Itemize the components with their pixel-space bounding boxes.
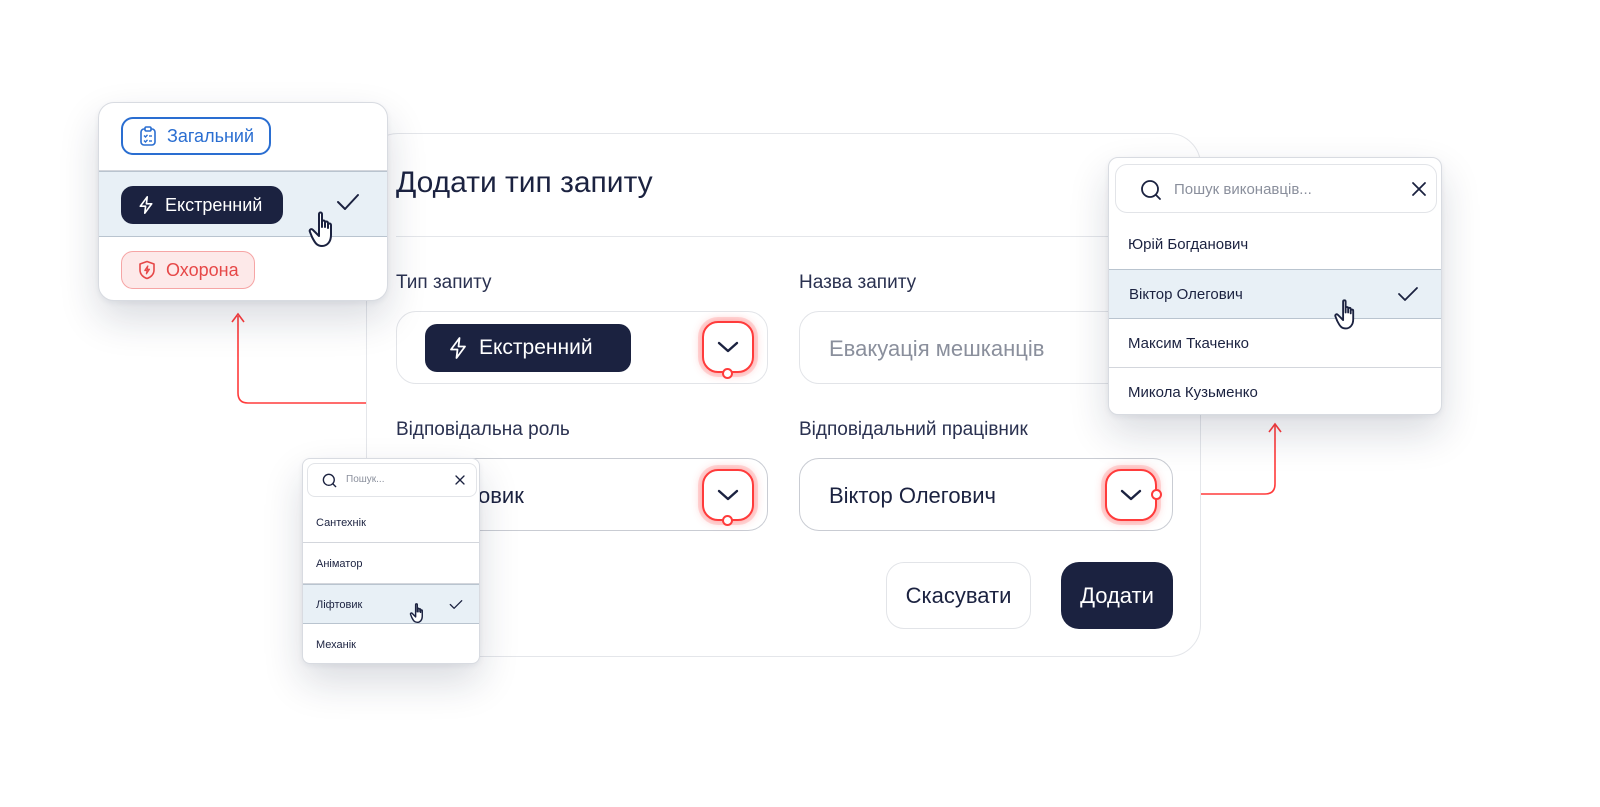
responsible-worker-label: Відповідальний працівник: [799, 419, 1028, 440]
responsible-worker-value: Віктор Олегович: [829, 483, 996, 508]
request-type-chip-label: Екстренний: [479, 336, 593, 359]
type-chip-general-label: Загальний: [167, 125, 254, 146]
type-chip-security: Охорона: [121, 251, 255, 289]
list-item-selected[interactable]: Віктор Олегович: [1109, 269, 1441, 330]
request-type-label: Тип запиту: [396, 272, 492, 293]
responsible-worker-dropdown-button[interactable]: [1105, 469, 1157, 521]
type-chip-emergency: Екстренний: [121, 186, 283, 224]
role-search-placeholder: Пошук...: [346, 474, 385, 485]
close-icon[interactable]: [454, 474, 466, 486]
checkmark-icon: [335, 192, 361, 212]
chevron-down-icon: [716, 488, 740, 502]
modal-title: Додати тип запиту: [396, 166, 653, 199]
worker-search-placeholder: Пошук виконавців...: [1174, 181, 1312, 198]
list-item-selected[interactable]: Ліфтовик: [303, 584, 479, 624]
request-type-dropdown-button[interactable]: [702, 321, 754, 373]
search-icon: [322, 473, 337, 488]
role-popover: Пошук... Сантехнік Аніматор Ліфтовик Мех…: [302, 458, 480, 664]
list-item[interactable]: Аніматор: [303, 543, 479, 584]
role-search-input[interactable]: Пошук...: [307, 463, 477, 497]
worker-search-input[interactable]: Пошук виконавців...: [1115, 164, 1437, 213]
request-type-popover: Загальний Екстренний Охорона: [98, 102, 388, 301]
clipboard-icon: [139, 126, 157, 146]
worker-option-label: Віктор Олегович: [1129, 286, 1243, 303]
list-item-selected[interactable]: Екстренний: [99, 171, 387, 247]
type-chip-security-label: Охорона: [166, 259, 239, 280]
request-name-placeholder: Евакуація мешканців: [829, 336, 1045, 361]
request-type-chip: Екстренний: [425, 324, 631, 372]
connector-dot: [722, 515, 733, 526]
list-item[interactable]: Юрій Богданович: [1109, 220, 1441, 270]
lightning-icon: [447, 336, 469, 360]
close-icon[interactable]: [1410, 180, 1428, 198]
cancel-button[interactable]: Скасувати: [886, 562, 1031, 629]
role-option-label: Ліфтовик: [316, 599, 363, 611]
role-option-label: Сантехнік: [316, 517, 366, 529]
list-item[interactable]: Механік: [303, 624, 479, 663]
role-option-label: Механік: [316, 639, 356, 651]
type-chip-emergency-label: Екстренний: [165, 194, 263, 215]
connector-dot: [722, 368, 733, 379]
request-name-label: Назва запиту: [799, 272, 917, 293]
list-item[interactable]: Загальний: [99, 103, 387, 171]
worker-option-label: Максим Ткаченко: [1128, 335, 1250, 352]
chevron-down-icon: [716, 340, 740, 354]
responsible-role-dropdown-button[interactable]: [702, 469, 754, 521]
checkmark-icon: [1397, 286, 1419, 302]
list-item[interactable]: Микола Кузьменко: [1109, 368, 1441, 414]
responsible-role-value: овик: [478, 483, 524, 508]
shield-icon: [138, 260, 156, 280]
list-item[interactable]: Охорона: [99, 237, 387, 300]
list-item[interactable]: Максим Ткаченко: [1109, 319, 1441, 368]
search-icon: [1140, 179, 1162, 201]
modal-divider: [396, 236, 1136, 237]
list-item[interactable]: Сантехнік: [303, 503, 479, 543]
hand-cursor-icon: [409, 602, 430, 625]
checkmark-icon: [449, 599, 463, 610]
responsible-role-label: Відповідальна роль: [396, 419, 570, 440]
add-button[interactable]: Додати: [1061, 562, 1173, 629]
worker-popover: Пошук виконавців... Юрій Богданович Вікт…: [1108, 157, 1442, 415]
connector-dot: [1151, 489, 1162, 500]
type-chip-general: Загальний: [121, 117, 271, 155]
worker-option-label: Микола Кузьменко: [1128, 384, 1258, 401]
worker-option-label: Юрій Богданович: [1128, 236, 1249, 253]
role-option-label: Аніматор: [316, 558, 363, 570]
chevron-down-icon: [1119, 488, 1143, 502]
lightning-icon: [137, 195, 155, 215]
